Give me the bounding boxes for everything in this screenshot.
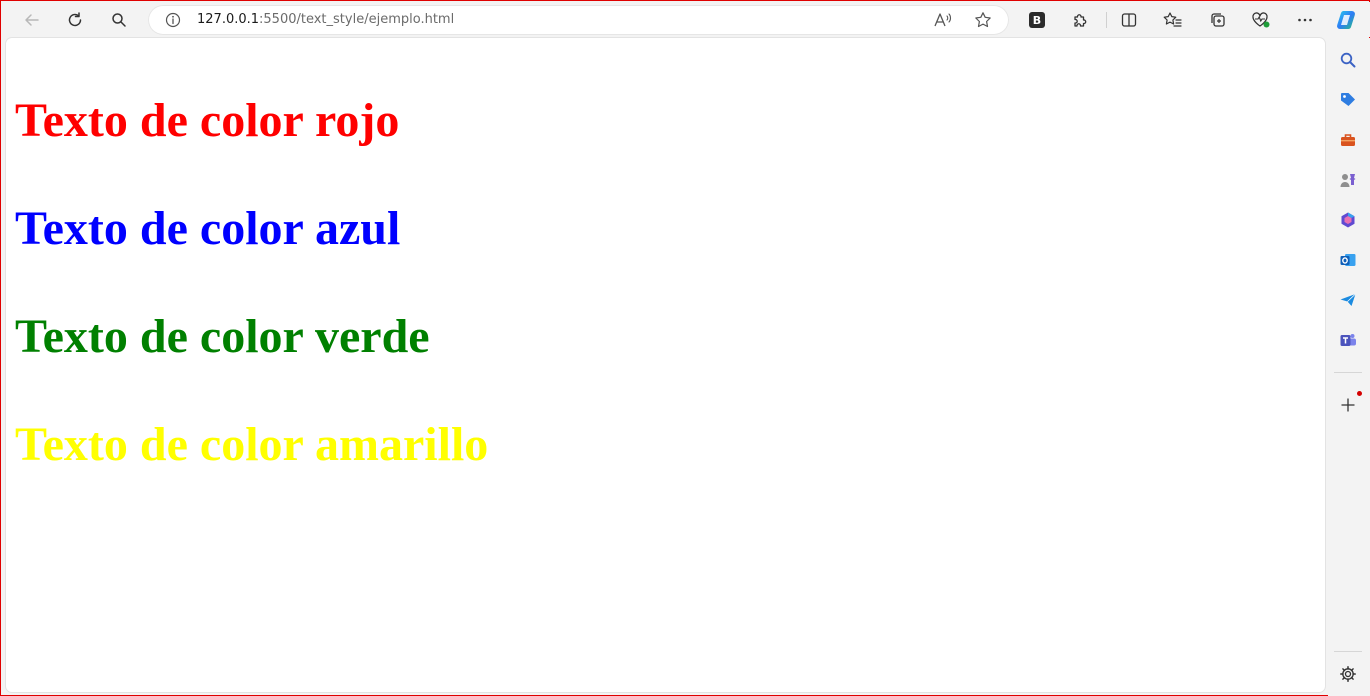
heading-yellow: Texto de color amarillo [15,418,489,471]
refresh-icon [68,12,82,27]
gear-icon[interactable] [1337,663,1359,685]
games-icon[interactable] [1337,169,1359,191]
drop-icon[interactable] [1337,289,1359,311]
sidebar-search-icon[interactable] [1337,49,1359,71]
url-host: 127.0.0.1 [197,12,260,27]
favorites-button[interactable] [1159,6,1187,34]
browser-sidebar [1328,38,1370,696]
heading-green: Texto de color verde [15,310,430,363]
address-bar[interactable]: 127.0.0.1:5500/text_style/ejemplo.html [148,5,1009,35]
extension-badge: B [1032,13,1042,27]
toolbar-divider [1106,12,1107,28]
url-text[interactable]: 127.0.0.1:5500/text_style/ejemplo.html [197,12,454,27]
favorites-list-icon [1163,12,1182,27]
read-aloud-icon[interactable] [933,11,953,33]
collections-button[interactable] [1204,6,1232,34]
extensions-button[interactable] [1066,6,1094,34]
bootstrap-extension-button[interactable]: B [1023,6,1051,34]
favorite-star-icon[interactable] [974,11,992,33]
plus-icon[interactable] [1337,394,1359,416]
split-screen-button[interactable] [1115,6,1143,34]
page-viewport: Texto de color rojo Texto de color azul … [6,38,1325,692]
sidebar-divider [1334,372,1362,373]
outlook-icon[interactable] [1337,249,1359,271]
more-options-button[interactable] [1291,6,1319,34]
info-icon[interactable] [165,12,181,32]
browser-window: 127.0.0.1:5500/text_style/ejemplo.html B [0,0,1370,696]
browser-toolbar: 127.0.0.1:5500/text_style/ejemplo.html B [2,2,1370,37]
shopping-tag-icon[interactable] [1337,89,1359,111]
search-icon [112,13,126,27]
bootstrap-icon: B [1029,12,1045,28]
ellipsis-icon [1298,18,1312,22]
search-button[interactable] [105,6,133,34]
heart-pulse-icon [1252,12,1270,28]
puzzle-icon [1074,14,1087,27]
copilot-icon [1337,11,1355,29]
tools-icon[interactable] [1337,129,1359,151]
refresh-button[interactable] [61,6,89,34]
browser-essentials-button[interactable] [1247,6,1275,34]
heading-red: Texto de color rojo [15,94,400,147]
copilot-button[interactable] [1333,6,1361,34]
url-path: :5500/text_style/ejemplo.html [259,12,455,27]
microsoft-365-icon[interactable] [1337,209,1359,231]
teams-icon[interactable] [1337,329,1359,351]
arrow-left-icon [25,14,39,26]
split-screen-icon [1121,13,1137,27]
collections-icon [1211,13,1225,27]
sidebar-divider-bottom [1334,651,1362,652]
heading-blue: Texto de color azul [15,202,401,255]
back-button[interactable] [18,6,46,34]
